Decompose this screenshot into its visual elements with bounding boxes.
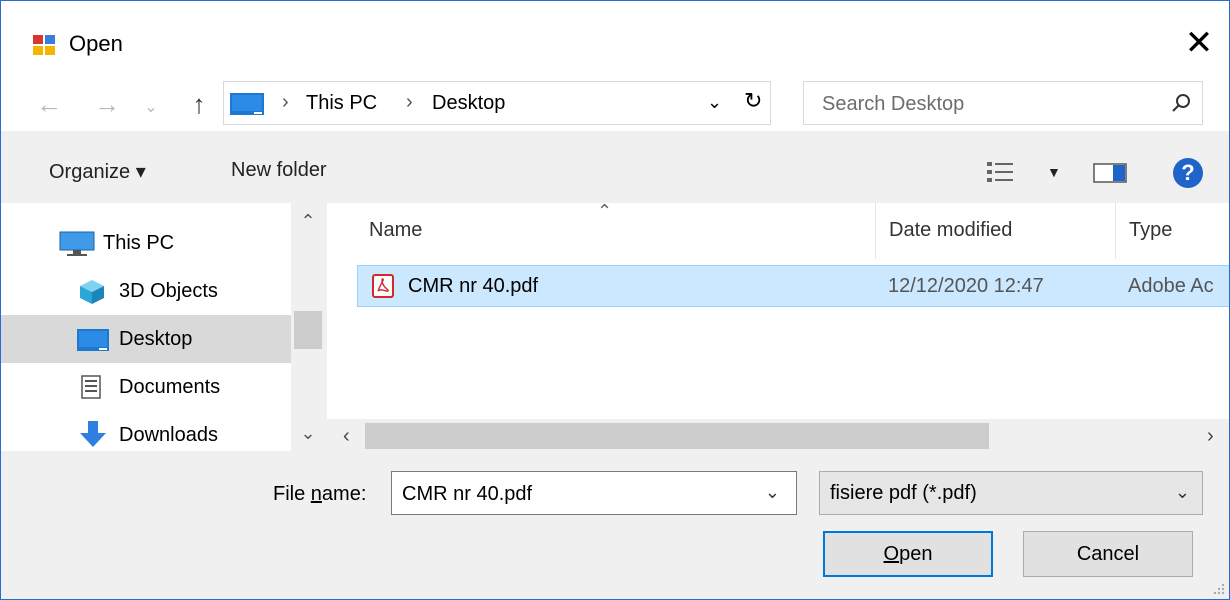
file-type-dropdown-icon[interactable]: ⌄: [1175, 482, 1190, 503]
file-name-label-part: ame:: [321, 483, 367, 505]
nav-item-downloads[interactable]: Downloads: [1, 411, 291, 459]
open-button-label: pen: [899, 543, 933, 565]
search-input[interactable]: [820, 92, 1154, 117]
nav-item-label: This PC: [103, 232, 175, 254]
recent-locations-chevron-icon[interactable]: ⌄: [133, 97, 169, 117]
nav-item-this-pc[interactable]: This PC: [1, 219, 291, 267]
new-folder-button[interactable]: New folder: [231, 159, 327, 182]
view-options-icon[interactable]: [987, 161, 1013, 183]
sort-ascending-icon: ⌃: [597, 203, 613, 221]
address-row: ← → ⌄ ↑ › This PC › Desktop ⌄ ↻: [1, 81, 1229, 131]
preview-pane-icon[interactable]: [1093, 163, 1127, 183]
resize-grip-icon[interactable]: [1211, 581, 1225, 595]
open-dialog: Open ✕ ← → ⌄ ↑ › This PC › Desktop ⌄ ↻ S…: [0, 0, 1230, 600]
column-divider[interactable]: [875, 203, 876, 259]
search-icon[interactable]: [1170, 92, 1192, 114]
column-header-name[interactable]: Name: [369, 219, 422, 242]
file-name: CMR nr 40.pdf: [408, 275, 539, 297]
window-title: Open: [69, 31, 123, 56]
up-arrow-icon[interactable]: ↑: [181, 89, 217, 120]
file-name-input[interactable]: [400, 482, 754, 507]
help-icon[interactable]: ?: [1173, 158, 1203, 188]
file-name-label: File name:: [273, 483, 366, 506]
scroll-up-icon[interactable]: ⌃: [291, 211, 325, 232]
file-name-label-part: File: [273, 483, 311, 505]
view-dropdown-icon[interactable]: ▼: [1047, 164, 1061, 180]
column-header-type[interactable]: Type: [1129, 219, 1172, 242]
cube-icon: [80, 280, 104, 304]
organize-button[interactable]: Organize ▾: [49, 159, 146, 184]
title-bar: Open ✕: [1, 1, 1229, 81]
breadcrumb-this-pc[interactable]: This PC: [306, 92, 377, 115]
column-headers: ⌃ Name Date modified Type: [327, 203, 1229, 259]
scroll-right-icon[interactable]: ›: [1207, 425, 1214, 448]
address-bar[interactable]: › This PC › Desktop ⌄ ↻: [223, 81, 771, 125]
command-bar: Organize ▾ New folder ▼ ?: [1, 131, 1229, 203]
file-list: ⌃ Name Date modified Type CMR nr 40.pdf …: [327, 203, 1229, 419]
open-button[interactable]: Open: [823, 531, 993, 577]
nav-item-label: Documents: [119, 376, 221, 398]
open-button-accesskey: O: [883, 543, 900, 565]
file-name-label-accesskey: n: [310, 483, 322, 505]
file-type-select[interactable]: fisiere pdf (*.pdf) ⌄: [819, 471, 1203, 515]
desktop-icon: [77, 329, 109, 351]
back-arrow-icon[interactable]: ←: [31, 89, 67, 120]
nav-item-documents[interactable]: Documents: [1, 363, 291, 411]
file-name-dropdown-icon[interactable]: ⌄: [765, 482, 780, 503]
document-icon: [81, 375, 101, 399]
forward-arrow-icon[interactable]: →: [89, 89, 125, 120]
file-row[interactable]: CMR nr 40.pdf 12/12/2020 12:47 Adobe Ac: [357, 265, 1229, 307]
horizontal-scrollbar-thumb[interactable]: [365, 423, 989, 449]
breadcrumb-desktop[interactable]: Desktop: [432, 92, 505, 115]
file-type: Adobe Ac: [1128, 275, 1214, 297]
breadcrumb-separator: ›: [282, 91, 289, 113]
desktop-icon: [230, 93, 264, 115]
cancel-button[interactable]: Cancel: [1023, 531, 1193, 577]
navigation-pane: This PC 3D Objects Desktop Documents Dow…: [1, 203, 291, 451]
address-dropdown-chevron-icon[interactable]: ⌄: [707, 92, 722, 113]
pdf-icon: [372, 274, 394, 298]
app-icon: [33, 35, 55, 55]
scroll-left-icon[interactable]: ‹: [343, 425, 350, 448]
file-date-modified: 12/12/2020 12:47: [888, 275, 1044, 297]
nav-scrollbar-thumb[interactable]: [294, 311, 322, 349]
column-divider[interactable]: [1115, 203, 1116, 259]
download-icon: [80, 421, 106, 447]
file-name-combobox[interactable]: ⌄: [391, 471, 797, 515]
column-header-date-modified[interactable]: Date modified: [889, 219, 1012, 242]
computer-icon: [59, 231, 95, 256]
horizontal-scrollbar[interactable]: ‹ ›: [327, 419, 1229, 453]
close-icon[interactable]: ✕: [1177, 21, 1221, 65]
search-box[interactable]: [803, 81, 1203, 125]
scroll-down-icon[interactable]: ⌄: [291, 423, 325, 444]
nav-scrollbar[interactable]: ⌃ ⌄: [291, 203, 325, 451]
file-type-value: fisiere pdf (*.pdf): [830, 482, 977, 504]
refresh-icon[interactable]: ↻: [744, 88, 762, 114]
nav-item-3d-objects[interactable]: 3D Objects: [1, 267, 291, 315]
nav-item-label: 3D Objects: [119, 280, 218, 302]
breadcrumb-separator: ›: [406, 91, 413, 113]
nav-item-label: Downloads: [119, 424, 218, 446]
nav-item-desktop[interactable]: Desktop: [1, 315, 291, 363]
nav-item-label: Desktop: [119, 328, 193, 350]
